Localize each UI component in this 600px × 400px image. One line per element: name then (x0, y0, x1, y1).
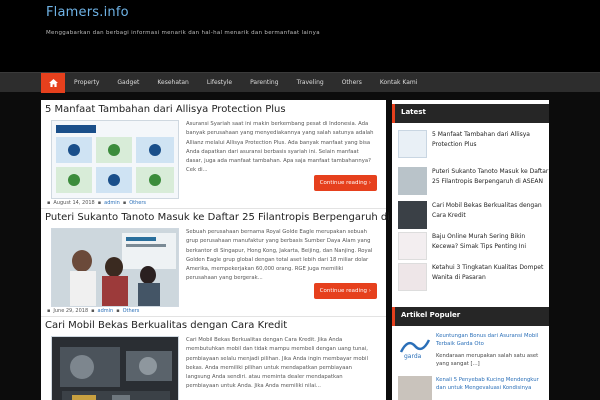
post-category[interactable]: Others (129, 200, 146, 206)
post-category[interactable]: Others (123, 308, 140, 314)
site-title[interactable]: Flamers.info (46, 5, 129, 20)
popular-item-desc: Kendaraan merupakan salah satu aset yang… (436, 353, 539, 367)
post-thumbnail[interactable] (51, 228, 179, 307)
post-title[interactable]: Puteri Sukanto Tanoto Masuk ke Daftar 25… (45, 212, 427, 223)
latest-thumbnail[interactable] (398, 263, 427, 291)
latest-thumbnail[interactable] (398, 201, 427, 229)
post-divider (41, 316, 386, 317)
sidebar: Latest 5 Manfaat Tambahan dari Allisya P… (392, 100, 549, 400)
popular-thumbnail[interactable] (398, 376, 432, 400)
post-thumbnail[interactable] (51, 120, 179, 199)
nav-item-traveling[interactable]: Traveling (288, 73, 333, 93)
post-title[interactable]: 5 Manfaat Tambahan dari Allisya Protecti… (45, 104, 286, 115)
post-author[interactable]: admin (98, 308, 114, 314)
garda-oto-logo-image: garda (398, 332, 432, 360)
calendar-icon: ▪ (47, 308, 51, 314)
engine-photo-image (52, 337, 178, 400)
nav-item-parenting[interactable]: Parenting (241, 73, 288, 93)
latest-thumbnail[interactable] (398, 130, 427, 158)
latest-item-title[interactable]: 5 Manfaat Tambahan dari Allisya Protecti… (432, 130, 550, 150)
post-author[interactable]: admin (104, 200, 120, 206)
post-excerpt: Sebuah perusahaan bernama Royal Golde Ea… (186, 229, 373, 282)
post-date: June 29, 2018 (53, 308, 89, 314)
svg-text:garda: garda (404, 353, 422, 360)
post-date: August 14, 2018 (53, 200, 95, 206)
latest-item-title[interactable]: Cari Mobil Bekas Berkualitas dengan Cara… (432, 201, 550, 221)
folder-icon: ▪ (122, 200, 127, 206)
latest-item-title[interactable]: Ketahui 3 Tingkatan Kualitas Dompet Wani… (432, 263, 550, 283)
leadership-photo-image (52, 229, 178, 306)
post-title[interactable]: Cari Mobil Bekas Berkualitas dengan Cara… (45, 320, 287, 331)
nav-item-gadget[interactable]: Gadget (108, 73, 148, 93)
continue-reading-button[interactable]: Continue reading › (313, 283, 377, 299)
nav-home-button[interactable] (41, 73, 65, 93)
folder-icon: ▪ (116, 308, 120, 314)
latest-thumbnail[interactable] (398, 167, 427, 195)
nav-item-others[interactable]: Others (333, 73, 371, 93)
post-excerpt: Cari Mobil Bekas Berkualitas dengan Cara… (186, 337, 368, 390)
post-list: 5 Manfaat Tambahan dari Allisya Protecti… (41, 100, 427, 400)
allisya-infographic-image (52, 121, 178, 198)
main-nav: Property Gadget Kesehatan Lifestyle Pare… (0, 72, 600, 93)
chevron-right-icon: › (368, 288, 371, 294)
post-meta: ▪ August 14, 2018 ▪ admin ▪ Others (47, 200, 146, 206)
latest-widget-heading: Latest (392, 104, 549, 123)
nav-item-lifestyle[interactable]: Lifestyle (198, 73, 241, 93)
calendar-icon: ▪ (47, 200, 51, 206)
post-meta: ▪ June 29, 2018 ▪ admin ▪ Others (47, 308, 139, 314)
nav-item-property[interactable]: Property (65, 73, 108, 93)
post-divider (41, 208, 386, 209)
popular-widget-heading: Artikel Populer (392, 307, 549, 326)
latest-item-title[interactable]: Baju Online Murah Sering Bikin Kecewa? S… (432, 232, 550, 252)
latest-item-title[interactable]: Puteri Sukanto Tanoto Masuk ke Daftar 25… (432, 167, 550, 187)
nav-item-kontak-kami[interactable]: Kontak Kami (371, 73, 427, 93)
latest-thumbnail[interactable] (398, 232, 427, 260)
popular-thumbnail[interactable]: garda (398, 332, 432, 360)
site-tagline: Menggabarkan dan berbagi informasi menar… (46, 30, 320, 36)
user-icon: ▪ (97, 200, 102, 206)
post-excerpt: Asuransi Syariah saat ini makin berkemba… (186, 121, 374, 174)
nav-item-kesehatan[interactable]: Kesehatan (148, 73, 197, 93)
home-icon (48, 79, 58, 87)
popular-item-title[interactable]: Keuntungan Bonus dari Asuransi Mobil Ter… (436, 332, 548, 348)
chevron-right-icon: › (368, 180, 371, 186)
post-thumbnail[interactable] (51, 336, 179, 400)
user-icon: ▪ (91, 308, 95, 314)
popular-item-title[interactable]: Kenali 5 Penyebab Kucing Mendengkur dan … (436, 376, 548, 392)
site-header: Flamers.info Menggabarkan dan berbagi in… (0, 0, 600, 72)
continue-reading-button[interactable]: Continue reading › (313, 175, 377, 191)
